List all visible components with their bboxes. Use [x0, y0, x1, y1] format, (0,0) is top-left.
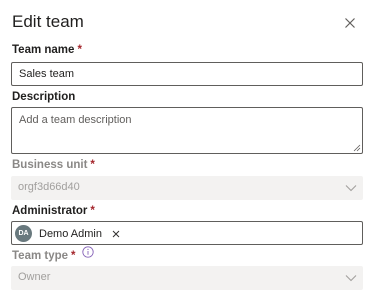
avatar: DA	[15, 225, 32, 242]
team-type-label-text: Team type	[12, 250, 69, 262]
required-mark: *	[90, 205, 95, 217]
administrator-picker[interactable]: DA Demo Admin	[11, 221, 363, 245]
administrator-label-text: Administrator	[12, 205, 88, 217]
business-unit-label-text: Business unit	[12, 159, 88, 171]
business-unit-label: Business unit *	[12, 159, 95, 171]
panel-title: Edit team	[12, 12, 84, 31]
team-name-label: Team name *	[12, 44, 82, 56]
chevron-down-icon	[345, 185, 357, 192]
remove-icon[interactable]	[111, 229, 121, 239]
info-icon[interactable]	[82, 246, 94, 258]
business-unit-select: orgf3d66d40	[11, 176, 363, 200]
team-type-value: Owner	[18, 271, 51, 283]
team-name-input[interactable]: Sales team	[11, 62, 363, 86]
description-textarea[interactable]: Add a team description	[11, 107, 363, 154]
close-button[interactable]	[342, 15, 358, 31]
edit-team-panel: Edit team Team name * Sales team Descript…	[0, 0, 375, 302]
administrator-label: Administrator *	[12, 205, 95, 217]
description-label: Description	[12, 91, 75, 103]
required-mark: *	[90, 159, 95, 171]
team-name-label-text: Team name	[12, 44, 75, 56]
required-mark: *	[77, 44, 82, 56]
team-type-label: Team type *	[12, 250, 76, 262]
close-icon	[345, 18, 355, 28]
persona-name: Demo Admin	[39, 227, 102, 240]
persona-chip: DA Demo Admin	[15, 224, 121, 243]
required-mark: *	[71, 250, 76, 262]
chevron-down-icon	[345, 275, 357, 282]
resize-grip-icon[interactable]	[353, 144, 361, 152]
business-unit-value: orgf3d66d40	[18, 181, 80, 193]
description-label-text: Description	[12, 91, 76, 103]
team-name-value: Sales team	[19, 68, 75, 80]
description-placeholder: Add a team description	[19, 114, 132, 126]
team-type-select: Owner	[11, 266, 363, 290]
